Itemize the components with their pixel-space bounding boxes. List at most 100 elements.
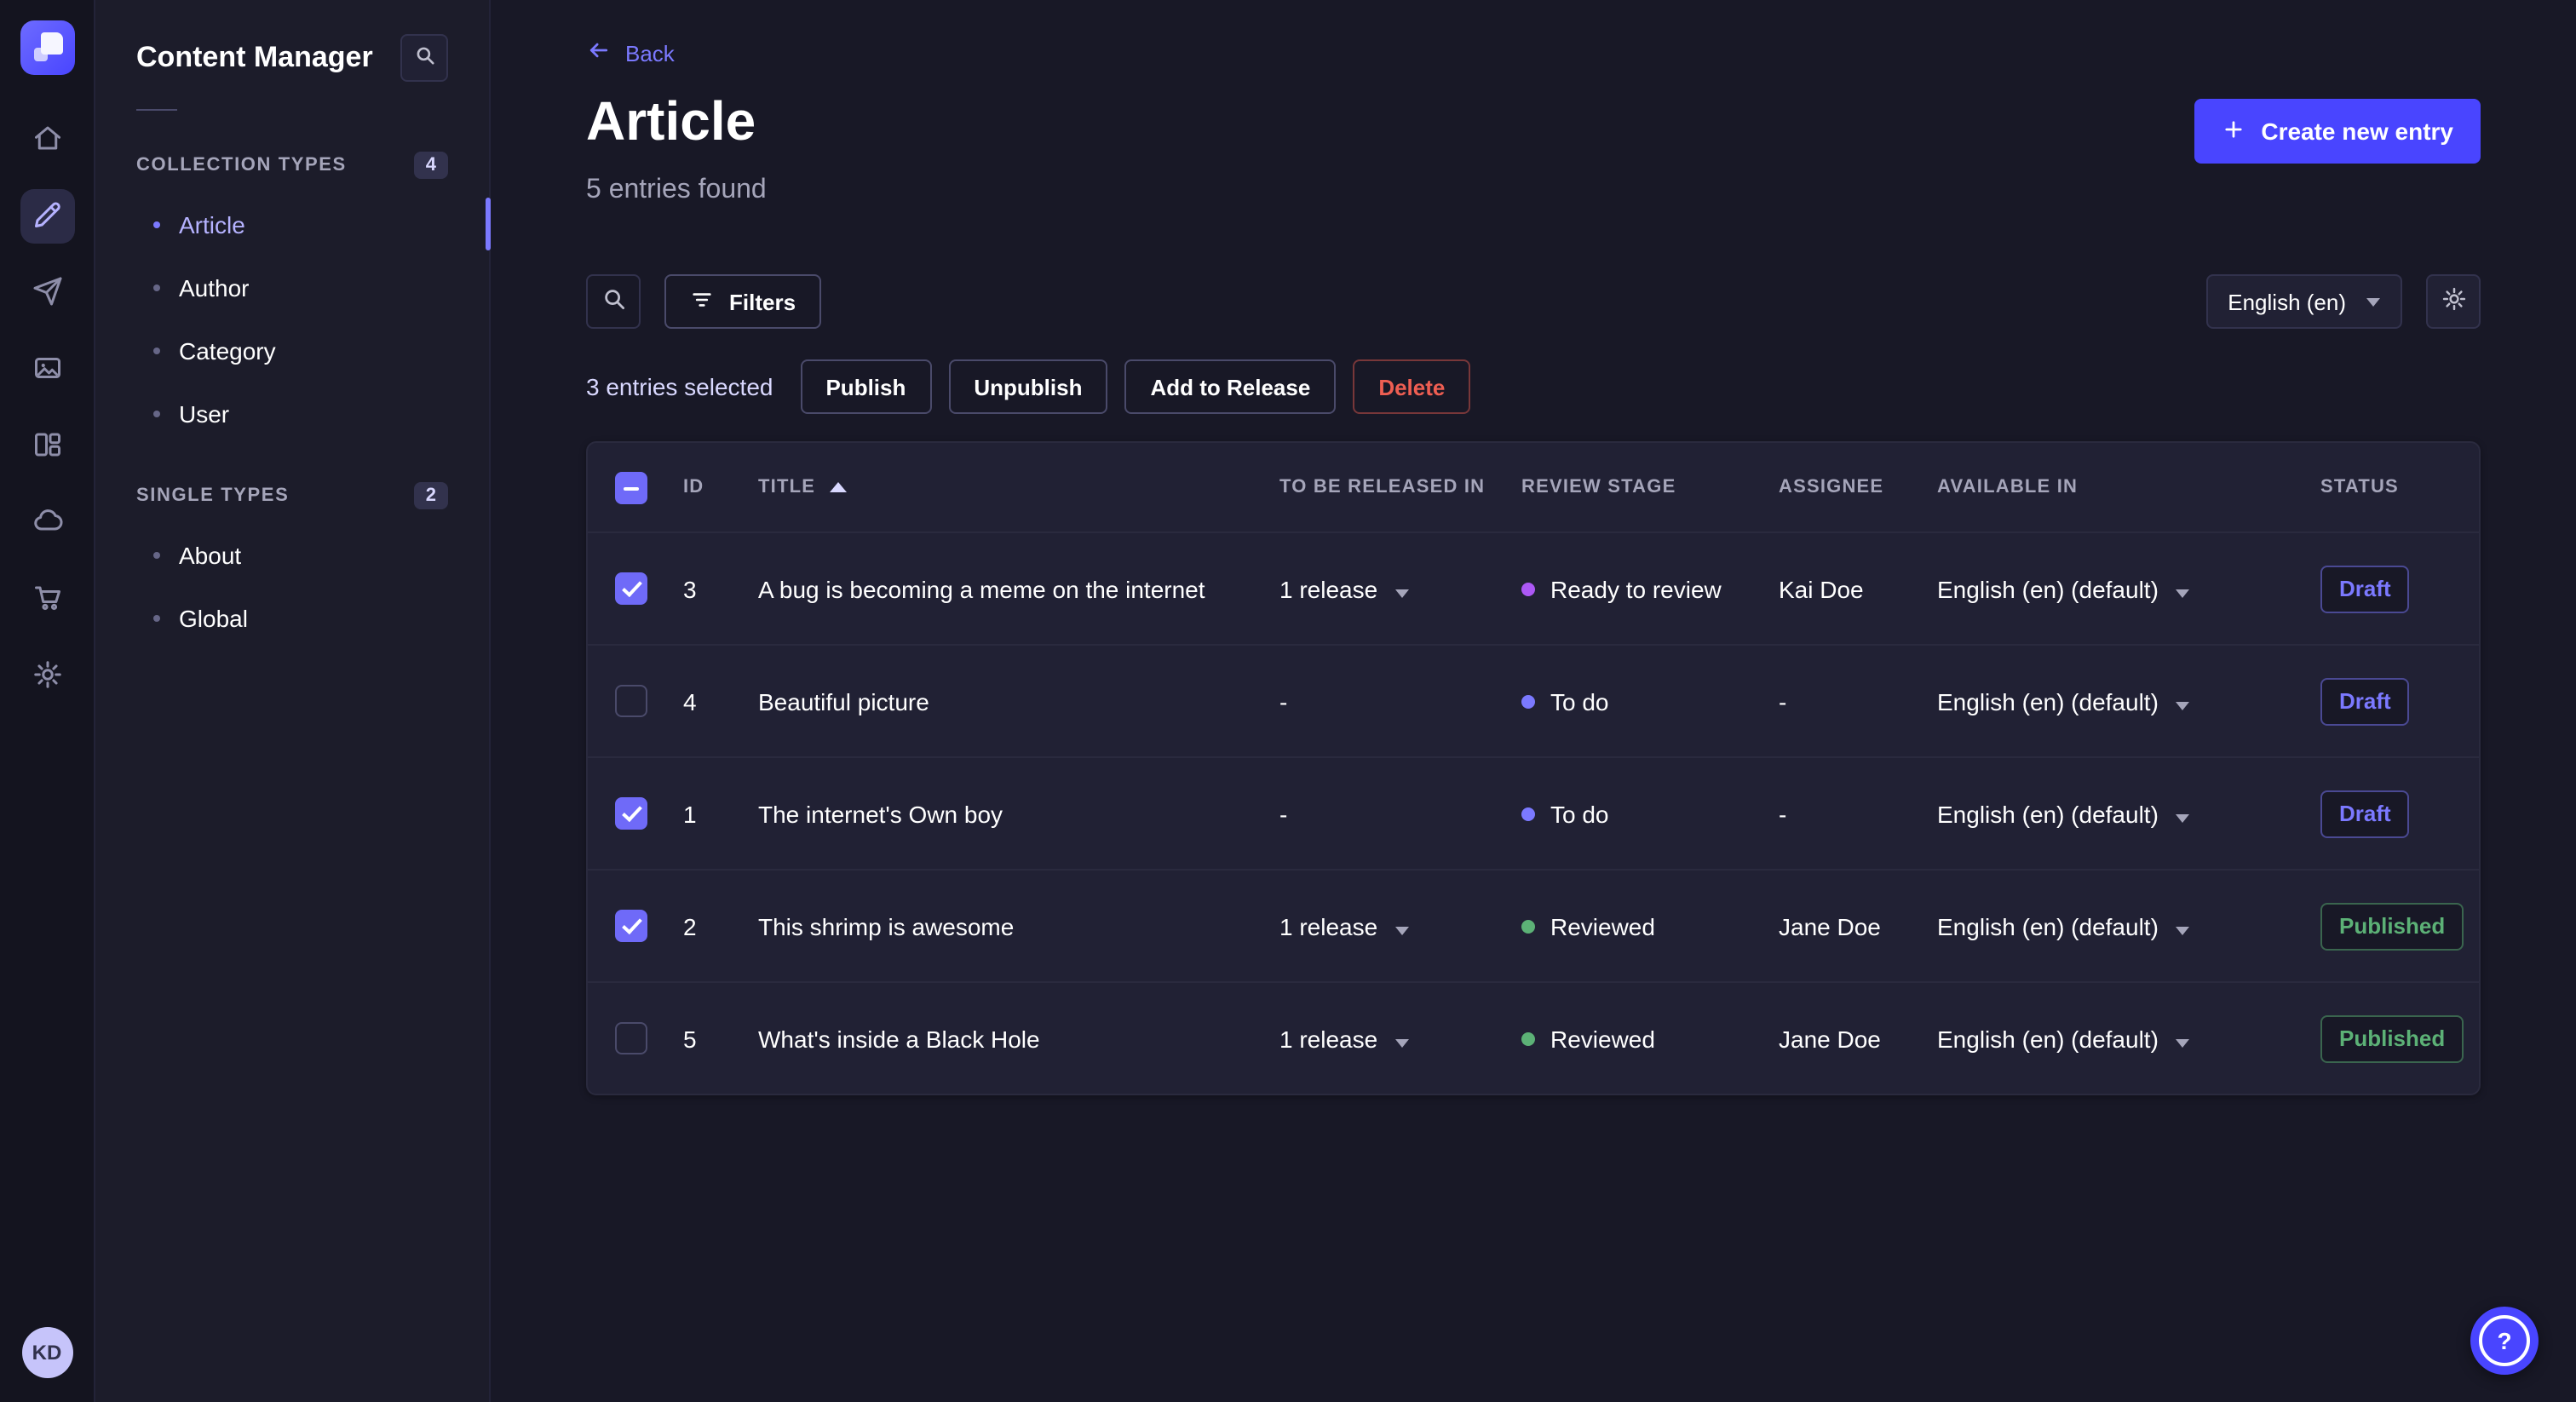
cell-release[interactable]: 1 release (1266, 912, 1508, 939)
cell-review-stage[interactable]: To do (1508, 800, 1765, 827)
cell-assignee[interactable]: - (1765, 687, 1923, 715)
cell-available-in[interactable]: English (en) (default) (1923, 1025, 2307, 1052)
status-badge: Draft (2320, 677, 2410, 725)
section-count-badge: 4 (413, 152, 448, 179)
unpublish-button[interactable]: Unpublish (948, 359, 1108, 414)
create-entry-button[interactable]: Create new entry (2194, 99, 2481, 164)
cell-review-stage[interactable]: To do (1508, 687, 1765, 715)
stage-dot-icon (1521, 694, 1535, 708)
gear-icon (32, 658, 62, 694)
row-checkbox[interactable] (615, 1022, 647, 1054)
sidebar-search-button[interactable] (400, 34, 448, 82)
cell-available-in[interactable]: English (en) (default) (1923, 800, 2307, 827)
stage-dot-icon (1521, 807, 1535, 820)
col-id[interactable]: ID (670, 477, 745, 497)
cell-status: Draft (2307, 677, 2479, 725)
create-entry-label: Create new entry (2261, 118, 2453, 145)
sidebar-item-author[interactable]: Author (136, 256, 448, 319)
section-count-badge: 2 (413, 482, 448, 509)
cell-status: Published (2307, 902, 2479, 950)
search-button[interactable] (586, 274, 641, 329)
table-row[interactable]: 2 This shrimp is awesome 1 release Revie… (588, 869, 2479, 981)
chevron-down-icon (2366, 297, 2380, 306)
sidebar-item-label: Global (179, 604, 248, 631)
sidebar-item-global[interactable]: Global (136, 586, 448, 649)
back-link[interactable]: Back (586, 37, 675, 68)
cell-assignee[interactable]: - (1765, 800, 1923, 827)
nav-media-library[interactable] (20, 342, 74, 397)
cell-title: What's inside a Black Hole (758, 1025, 1040, 1052)
user-avatar[interactable]: KD (21, 1327, 72, 1378)
logo-glyph (33, 32, 62, 61)
row-checkbox[interactable] (615, 572, 647, 605)
locale-select[interactable]: English (en) (2205, 274, 2402, 329)
view-settings-button[interactable] (2426, 274, 2481, 329)
col-title[interactable]: TITLE (745, 477, 1266, 497)
cell-id: 4 (683, 687, 697, 715)
publish-button[interactable]: Publish (800, 359, 932, 414)
col-status[interactable]: STATUS (2307, 477, 2479, 497)
cell-status: Published (2307, 1014, 2479, 1062)
plus-icon (2222, 117, 2245, 146)
row-checkbox[interactable] (615, 910, 647, 942)
col-assignee[interactable]: ASSIGNEE (1765, 477, 1923, 497)
cell-assignee[interactable]: Jane Doe (1765, 912, 1923, 939)
col-release[interactable]: TO BE RELEASED IN (1266, 477, 1508, 497)
cell-release[interactable]: - (1266, 687, 1508, 715)
locale-label: English (en) (2228, 289, 2346, 314)
add-to-release-button[interactable]: Add to Release (1124, 359, 1337, 414)
delete-button[interactable]: Delete (1353, 359, 1471, 414)
help-button[interactable]: ? (2470, 1307, 2539, 1375)
cell-title: This shrimp is awesome (758, 912, 1015, 939)
table-row[interactable]: 4 Beautiful picture - To do - English (e… (588, 644, 2479, 756)
sidebar-item-label: Author (179, 273, 250, 301)
strapi-logo[interactable] (20, 20, 74, 75)
section-label: SINGLE TYPES (136, 486, 290, 506)
sidebar-item-user[interactable]: User (136, 382, 448, 445)
cell-review-stage[interactable]: Reviewed (1508, 912, 1765, 939)
col-available-in[interactable]: AVAILABLE IN (1923, 477, 2307, 497)
nav-deploy[interactable] (20, 496, 74, 550)
nav-marketplace[interactable] (20, 572, 74, 627)
sort-asc-icon[interactable] (829, 482, 847, 492)
sidebar-item-article[interactable]: Article (136, 192, 491, 256)
bullet-icon (153, 614, 160, 621)
cell-available-in[interactable]: English (en) (default) (1923, 912, 2307, 939)
nav-content-type-builder[interactable] (20, 419, 74, 474)
cell-review-stage[interactable]: Ready to review (1508, 575, 1765, 602)
table-row[interactable]: 5 What's inside a Black Hole 1 release R… (588, 981, 2479, 1094)
col-review-stage[interactable]: REVIEW STAGE (1508, 477, 1765, 497)
cell-release[interactable]: - (1266, 800, 1508, 827)
chevron-down-icon (1394, 1038, 1409, 1047)
image-icon (32, 352, 62, 388)
select-all-checkbox[interactable] (615, 471, 647, 503)
table-row[interactable]: 1 The internet's Own boy - To do - Engli… (588, 756, 2479, 869)
cell-review-stage[interactable]: Reviewed (1508, 1025, 1765, 1052)
filters-label: Filters (729, 289, 796, 314)
row-checkbox[interactable] (615, 685, 647, 717)
sidebar-item-label: User (179, 399, 230, 427)
filters-button[interactable]: Filters (664, 274, 822, 329)
cell-available-in[interactable]: English (en) (default) (1923, 575, 2307, 602)
table-row[interactable]: 3 A bug is becoming a meme on the intern… (588, 531, 2479, 644)
sidebar-item-label: Category (179, 336, 276, 364)
cell-assignee[interactable]: Kai Doe (1765, 575, 1923, 602)
cell-assignee[interactable]: Jane Doe (1765, 1025, 1923, 1052)
cell-id: 2 (683, 912, 697, 939)
table-header-row: ID TITLE TO BE RELEASED IN REVIEW STAGE … (588, 443, 2479, 531)
entries-count: 5 entries found (586, 175, 767, 204)
cell-release[interactable]: 1 release (1266, 575, 1508, 602)
sidebar-item-about[interactable]: About (136, 523, 448, 586)
nav-releases[interactable] (20, 266, 74, 320)
nav-home[interactable] (20, 112, 74, 167)
cell-id: 5 (683, 1025, 697, 1052)
nav-settings[interactable] (20, 649, 74, 704)
nav-content-manager[interactable] (20, 189, 74, 244)
entries-table: ID TITLE TO BE RELEASED IN REVIEW STAGE … (586, 441, 2481, 1095)
row-checkbox[interactable] (615, 797, 647, 830)
cell-status: Draft (2307, 790, 2479, 837)
cell-available-in[interactable]: English (en) (default) (1923, 687, 2307, 715)
cell-release[interactable]: 1 release (1266, 1025, 1508, 1052)
single-types-section: SINGLE TYPES 2 About Global (136, 472, 448, 649)
sidebar-item-category[interactable]: Category (136, 319, 448, 382)
